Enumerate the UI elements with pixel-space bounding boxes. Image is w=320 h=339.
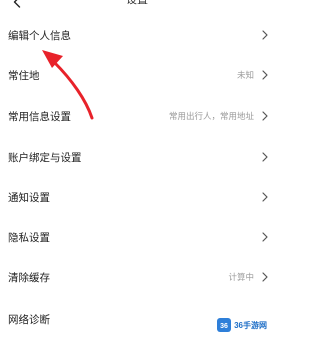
settings-page: 设置 编辑个人信息 常住地 未知 常用信息设置 常用出行人，常用地址 账户绑定与… (0, 0, 274, 339)
settings-row-privacy[interactable]: 隐私设置 (0, 218, 274, 256)
watermark: 36 36手游网 (214, 315, 270, 335)
watermark-logo: 36 (217, 318, 232, 332)
chevron-right-icon (260, 190, 270, 204)
watermark-text: 36手游网 (234, 320, 267, 330)
row-label: 清除缓存 (8, 271, 50, 284)
settings-row-notifications[interactable]: 通知设置 (0, 178, 274, 216)
chevron-right-icon (260, 150, 270, 164)
row-value: 未知 (236, 71, 254, 81)
row-value: 常用出行人，常用地址 (168, 112, 254, 122)
settings-row-clear-cache[interactable]: 清除缓存 计算中 (0, 258, 274, 296)
row-label: 通知设置 (8, 191, 50, 204)
watermark-logo-text: 36 (220, 323, 228, 330)
chevron-right-icon (260, 270, 270, 284)
settings-row-residence[interactable]: 常住地 未知 (0, 56, 274, 94)
row-label: 常用信息设置 (8, 110, 71, 123)
settings-row-common-info[interactable]: 常用信息设置 常用出行人，常用地址 (0, 97, 274, 135)
chevron-right-icon (260, 230, 270, 244)
nav-bar: 设置 (0, 0, 274, 14)
row-label: 编辑个人信息 (8, 29, 71, 42)
chevron-right-icon (260, 28, 270, 42)
settings-row-edit-profile[interactable]: 编辑个人信息 (0, 16, 274, 54)
row-label: 常住地 (8, 69, 40, 82)
page-title: 设置 (0, 0, 274, 7)
settings-row-account-binding[interactable]: 账户绑定与设置 (0, 138, 274, 176)
row-label: 网络诊断 (8, 313, 50, 326)
chevron-right-icon (260, 68, 270, 82)
row-label: 账户绑定与设置 (8, 151, 82, 164)
row-value: 计算中 (228, 273, 254, 283)
row-label: 隐私设置 (8, 231, 50, 244)
chevron-right-icon (260, 109, 270, 123)
